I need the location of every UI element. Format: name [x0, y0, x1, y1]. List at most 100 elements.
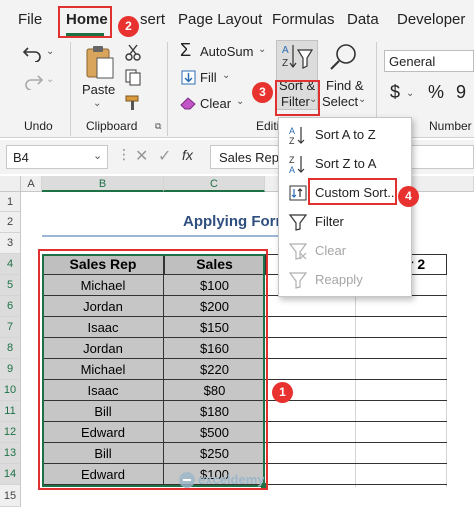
name-box-dropdown-icon[interactable]: ⌄	[93, 149, 102, 162]
column-header-b[interactable]: B	[42, 176, 164, 192]
gridline	[446, 254, 447, 487]
gridline	[265, 358, 447, 359]
paste-button-label[interactable]: Paste	[82, 82, 115, 97]
column-header-c[interactable]: C	[164, 176, 265, 192]
tab-formulas[interactable]: Formulas	[272, 11, 335, 28]
svg-text:Z: Z	[282, 58, 288, 69]
dialog-launcher-icon[interactable]: ⧉	[155, 121, 161, 132]
autosum-dropdown-icon[interactable]: ⌄	[258, 44, 266, 55]
menu-item-sort-z-to-a[interactable]: Z A Sort Z to A	[279, 149, 411, 178]
redo-dropdown-icon[interactable]: ⌄	[46, 74, 54, 85]
row-header[interactable]: 12	[0, 422, 21, 443]
undo-dropdown-icon[interactable]: ⌄	[46, 46, 54, 57]
name-box[interactable]: B4 ⌄	[6, 145, 108, 169]
row-header[interactable]: 1	[0, 192, 21, 212]
fill-icon[interactable]	[181, 70, 196, 85]
highlight-sort-filter-box	[275, 80, 320, 116]
find-select-label-2[interactable]: Select	[322, 94, 358, 109]
name-box-value: B4	[13, 150, 29, 165]
paste-icon[interactable]	[84, 44, 116, 82]
autosum-button[interactable]: AutoSum	[200, 44, 253, 59]
sort-z-to-a-icon: Z A	[289, 155, 305, 174]
fill-dropdown-icon[interactable]: ⌄	[222, 70, 230, 81]
title-underline	[42, 235, 278, 237]
comma-style-icon[interactable]: 9	[456, 82, 466, 103]
currency-format-button[interactable]: $	[390, 82, 400, 103]
fill-button[interactable]: Fill	[200, 70, 217, 85]
row-header[interactable]: 8	[0, 338, 21, 359]
gridline	[265, 400, 447, 401]
autosum-icon[interactable]: Σ	[180, 40, 191, 61]
cancel-icon[interactable]: ✕	[135, 146, 148, 166]
gridline	[265, 316, 447, 317]
row-header[interactable]: 9	[0, 359, 21, 380]
tab-insert[interactable]: sert	[140, 11, 165, 28]
gridline	[265, 442, 447, 443]
row-header[interactable]: 6	[0, 296, 21, 317]
group-label-number: Number	[429, 119, 472, 133]
eraser-icon[interactable]	[180, 96, 197, 110]
select-all-corner[interactable]	[0, 176, 21, 192]
enter-icon[interactable]: ✓	[158, 146, 171, 166]
menu-item-filter[interactable]: Filter	[279, 207, 411, 236]
paste-dropdown-icon[interactable]: ⌄	[93, 98, 101, 109]
undo-icon[interactable]	[22, 44, 44, 62]
number-format-select[interactable]: General	[384, 50, 474, 72]
sheet-title: Applying Form	[183, 213, 289, 230]
row-header[interactable]: 15	[0, 485, 21, 507]
sort-a-to-z-icon: A Z	[289, 126, 305, 145]
gridline	[265, 484, 447, 485]
menu-item-sort-a-to-z[interactable]: A Z Sort A to Z	[279, 120, 411, 149]
clear-dropdown-icon[interactable]: ⌄	[236, 96, 244, 107]
filter-icon	[288, 214, 308, 231]
find-select-dropdown-icon[interactable]: ⌄	[358, 94, 366, 105]
menu-item-clear: Clear	[279, 236, 411, 265]
menu-item-label: Filter	[315, 214, 344, 229]
menu-item-label: Sort Z to A	[315, 156, 377, 171]
group-separator	[70, 42, 71, 136]
step-badge-3: 3	[252, 82, 273, 103]
currency-dropdown-icon[interactable]: ⌄	[406, 88, 414, 99]
row-header[interactable]: 4	[0, 254, 21, 275]
find-select-label-1[interactable]: Find &	[326, 78, 364, 93]
group-separator	[167, 42, 168, 136]
step-badge-2: 2	[118, 16, 139, 37]
cut-icon[interactable]	[124, 44, 142, 62]
tab-page-layout[interactable]: Page Layout	[178, 11, 262, 28]
custom-sort-icon	[289, 185, 307, 201]
row-header[interactable]: 7	[0, 317, 21, 338]
row-header[interactable]: 11	[0, 401, 21, 422]
menu-item-label: Sort A to Z	[315, 127, 376, 142]
highlight-custom-sort-box	[308, 178, 397, 205]
percent-format-button[interactable]: %	[428, 82, 444, 103]
svg-text:A: A	[289, 126, 295, 136]
reapply-icon	[288, 272, 308, 289]
step-badge-4: 4	[398, 186, 419, 207]
highlight-range-box	[38, 249, 268, 490]
gridline	[265, 337, 447, 338]
ribbon-tab-bar: File Home sert Page Layout Formulas Data…	[0, 0, 474, 38]
svg-text:A: A	[289, 165, 295, 174]
tab-data[interactable]: Data	[347, 11, 379, 28]
row-header[interactable]: 13	[0, 443, 21, 464]
clear-button[interactable]: Clear	[200, 96, 231, 111]
row-header[interactable]: 2	[0, 212, 21, 233]
menu-item-label: Reapply	[315, 272, 363, 287]
tab-developer[interactable]: Developer	[397, 11, 465, 28]
redo-icon[interactable]	[22, 72, 44, 90]
home-tab-highlight	[58, 6, 112, 38]
tab-file[interactable]: File	[18, 11, 42, 28]
step-badge-1: 1	[272, 382, 293, 403]
find-select-icon[interactable]	[328, 42, 358, 72]
row-header[interactable]: 14	[0, 464, 21, 485]
row-header[interactable]: 5	[0, 275, 21, 296]
format-painter-icon[interactable]	[124, 94, 142, 112]
group-label-undo: Undo	[24, 119, 53, 133]
row-header[interactable]: 3	[0, 233, 21, 254]
row-header[interactable]: 10	[0, 380, 21, 401]
column-header-a[interactable]: A	[21, 176, 42, 192]
svg-text:A: A	[282, 45, 289, 56]
insert-function-button[interactable]: fx	[182, 147, 193, 163]
svg-text:Z: Z	[289, 136, 295, 145]
copy-icon[interactable]	[124, 68, 142, 86]
